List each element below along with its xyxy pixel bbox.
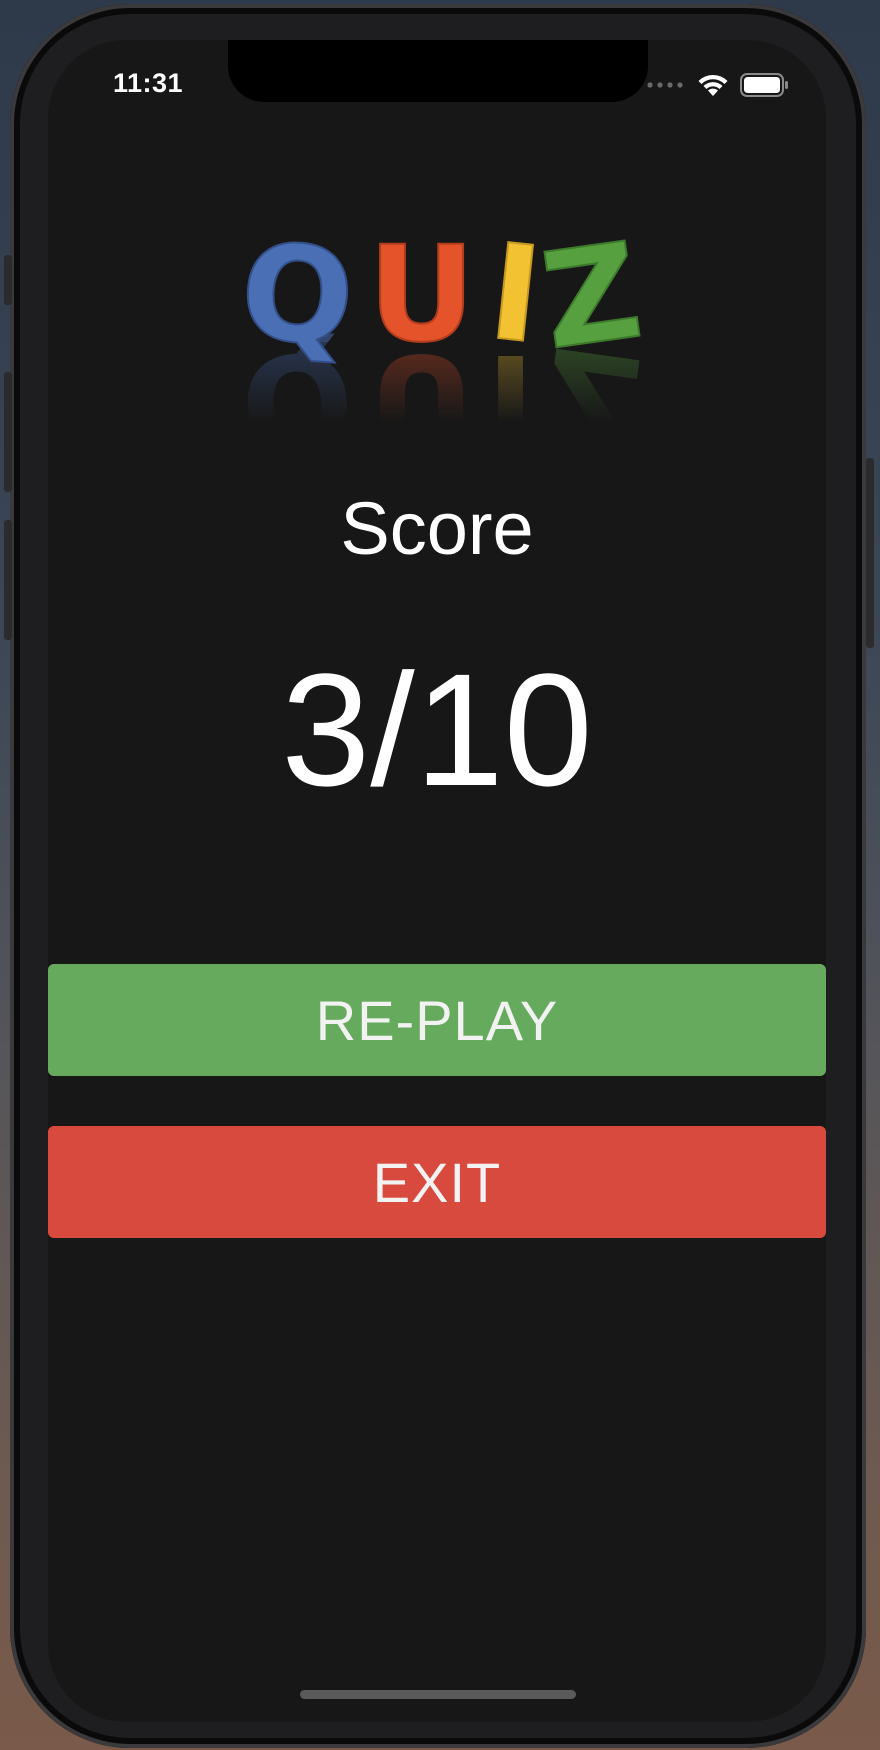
mute-switch xyxy=(4,255,12,305)
power-button xyxy=(866,458,874,648)
score-value: 3/10 xyxy=(281,640,593,819)
app-screen: 11:31 Q U I Z Score 3/10 RE-PLAY EXIT xyxy=(48,40,826,1722)
score-label: Score xyxy=(340,487,534,570)
exit-button[interactable]: EXIT xyxy=(48,1126,826,1238)
cellular-dots-icon xyxy=(647,82,683,88)
home-indicator[interactable] xyxy=(300,1690,576,1699)
wifi-icon xyxy=(698,74,728,96)
battery-icon xyxy=(740,73,788,97)
replay-button[interactable]: RE-PLAY xyxy=(48,964,826,1076)
status-icons xyxy=(646,72,790,98)
quiz-logo: Q U I Z Q U I Z xyxy=(188,213,688,420)
volume-down-button xyxy=(4,520,12,640)
logo-letter-z: Z xyxy=(534,214,650,380)
volume-up-button xyxy=(4,372,12,492)
logo-letter-u: U xyxy=(368,218,475,372)
status-time: 11:31 xyxy=(113,68,184,98)
camera-notch xyxy=(228,40,648,102)
logo-letter-q: Q xyxy=(236,215,359,376)
